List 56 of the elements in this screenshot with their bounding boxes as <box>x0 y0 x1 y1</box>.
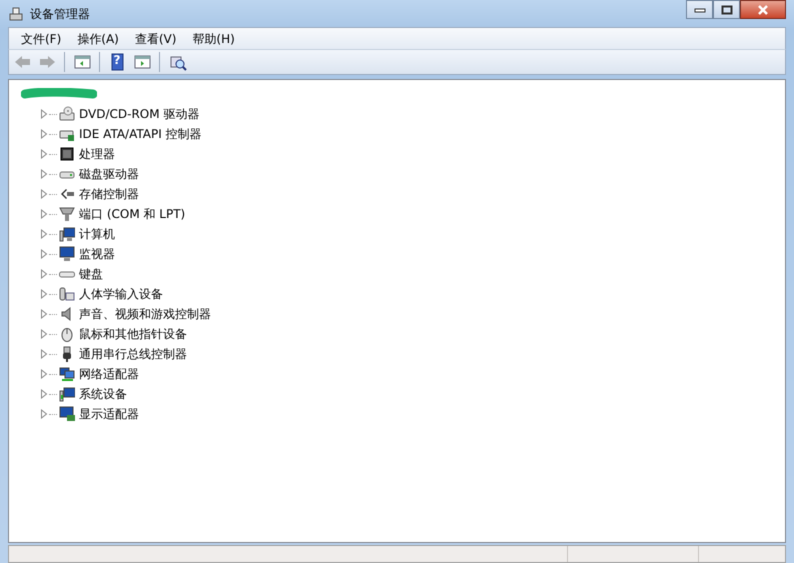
expander-icon[interactable] <box>39 329 49 339</box>
close-icon <box>757 4 769 14</box>
tree-item[interactable]: 磁盘驱动器 <box>79 165 139 183</box>
computer-icon <box>59 226 75 242</box>
menu-item[interactable]: 操作(A) <box>69 28 127 48</box>
expander-icon[interactable] <box>39 349 49 359</box>
expander-icon[interactable] <box>39 409 49 419</box>
connector-icon <box>59 186 75 202</box>
expander-icon[interactable] <box>39 269 49 279</box>
expander-icon[interactable] <box>39 129 49 139</box>
tree-item[interactable]: 网络适配器 <box>79 365 139 383</box>
tree-item[interactable]: 键盘 <box>79 265 103 283</box>
input-device-icon <box>59 286 75 302</box>
tree-item[interactable]: 存储控制器 <box>79 185 139 203</box>
monitor-icon <box>59 246 75 262</box>
expander-icon[interactable] <box>39 289 49 299</box>
expander-icon[interactable] <box>39 249 49 259</box>
tree-item[interactable]: 显示适配器 <box>79 405 139 423</box>
tree-item[interactable]: 鼠标和其他指针设备 <box>79 325 187 343</box>
expander-icon[interactable] <box>39 149 49 159</box>
disc-drive-icon <box>59 106 75 122</box>
tree-item[interactable]: 通用串行总线控制器 <box>79 345 187 363</box>
expander-icon[interactable] <box>39 389 49 399</box>
tree-item[interactable]: 系统设备 <box>79 385 127 403</box>
expander-icon[interactable] <box>39 369 49 379</box>
tree-item[interactable]: 端口 (COM 和 LPT) <box>79 205 186 223</box>
expander-icon[interactable] <box>39 309 49 319</box>
tree-item[interactable]: DVD/CD-ROM 驱动器 <box>79 105 200 123</box>
minimize-icon <box>694 6 706 12</box>
menu-item[interactable]: 查看(V) <box>126 28 184 48</box>
window-title: 设备管理器 <box>30 6 90 22</box>
tree-item[interactable]: IDE ATA/ATAPI 控制器 <box>79 125 202 143</box>
computer-icon <box>59 386 75 402</box>
maximize-button[interactable] <box>713 0 740 19</box>
expander-icon[interactable] <box>39 229 49 239</box>
expander-icon[interactable] <box>39 189 49 199</box>
tree-item[interactable]: 处理器 <box>79 145 115 163</box>
network-icon <box>59 366 75 382</box>
display-adapter-icon <box>59 406 75 422</box>
port-icon <box>59 206 75 222</box>
chip-icon <box>59 146 75 162</box>
menu-item[interactable]: 帮助(H) <box>184 28 243 48</box>
mouse-icon <box>59 326 75 342</box>
tree-item[interactable]: 人体学输入设备 <box>79 285 163 303</box>
tree-item[interactable]: 计算机 <box>79 225 115 243</box>
help-button[interactable]: ? <box>106 51 128 73</box>
expander-icon[interactable] <box>39 109 49 119</box>
expander-icon[interactable] <box>39 209 49 219</box>
menu-item[interactable]: 文件(F) <box>13 28 70 48</box>
maximize-icon <box>720 4 732 14</box>
minimize-button[interactable] <box>686 0 713 19</box>
tree-item[interactable]: 声音、视频和游戏控制器 <box>79 305 211 323</box>
tree-item[interactable]: 监视器 <box>79 245 115 263</box>
expander-icon[interactable] <box>39 169 49 179</box>
close-button[interactable] <box>740 0 786 19</box>
device-manager-icon <box>8 6 24 22</box>
